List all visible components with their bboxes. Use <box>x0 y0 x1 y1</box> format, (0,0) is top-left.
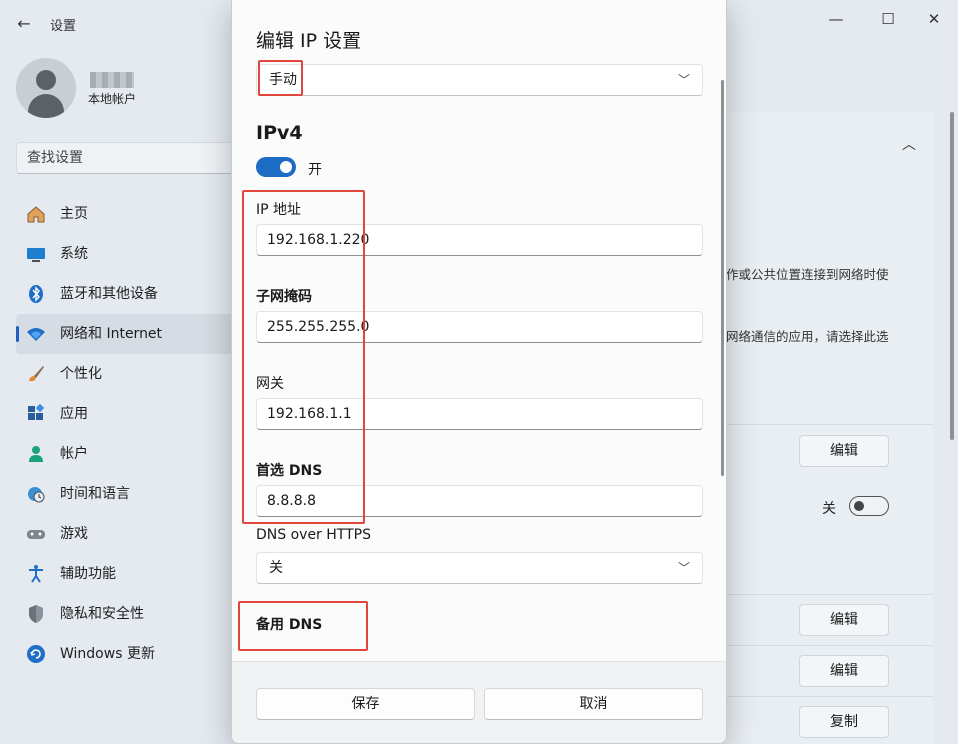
edit-button[interactable]: 编辑 <box>799 435 889 467</box>
window-title: 设置 <box>50 19 77 34</box>
person-icon <box>29 446 43 462</box>
network-settings-card <box>726 112 933 744</box>
avatar-head-shape <box>36 70 56 90</box>
sidebar-item-network[interactable]: 网络和 Internet <box>16 314 234 354</box>
divider <box>726 424 933 425</box>
accessibility-icon <box>29 565 43 583</box>
sidebar-item-windows-update[interactable]: Windows 更新 <box>16 634 234 674</box>
toggle-state-label: 关 <box>822 501 836 517</box>
minimize-button[interactable]: — <box>816 4 856 34</box>
sidebar-item-label: 主页 <box>60 206 88 222</box>
sidebar-item-privacy[interactable]: 隐私和安全性 <box>16 594 234 634</box>
shield-icon <box>29 605 43 623</box>
sidebar-item-home[interactable]: 主页 <box>16 194 234 234</box>
page-scrollbar[interactable] <box>950 112 954 440</box>
cancel-button[interactable]: 取消 <box>484 688 703 720</box>
sidebar-item-time-language[interactable]: 时间和语言 <box>16 474 234 514</box>
sidebar-item-gaming[interactable]: 游戏 <box>16 514 234 554</box>
sidebar-item-apps[interactable]: 应用 <box>16 394 234 434</box>
chevron-up-icon[interactable]: ︿ <box>900 136 918 154</box>
annotation-box-mode <box>258 60 303 96</box>
ipv4-section-title: IPv4 <box>256 122 303 144</box>
metered-connection-toggle[interactable] <box>849 496 889 516</box>
annotation-box-alternate-dns <box>238 601 368 651</box>
ipv4-toggle[interactable] <box>256 157 296 177</box>
dns-over-https-dropdown[interactable]: 关 ﹀ <box>256 552 703 584</box>
edit-button-ip[interactable]: 编辑 <box>799 655 889 687</box>
chevron-down-icon: ﹀ <box>677 561 690 575</box>
sidebar-item-accessibility[interactable]: 辅助功能 <box>16 554 234 594</box>
dialog-footer: 保存 取消 <box>232 661 726 743</box>
ipv4-toggle-label: 开 <box>308 162 322 178</box>
dialog-title: 编辑 IP 设置 <box>256 30 362 52</box>
network-profile-description-2: 网络通信的应用，请选择此选 <box>726 329 889 344</box>
chevron-down-icon: ﹀ <box>677 73 690 87</box>
globe-clock-icon <box>28 487 45 503</box>
annotation-box-ip-fields <box>242 190 365 524</box>
sidebar-item-system[interactable]: 系统 <box>16 234 234 274</box>
brush-icon <box>29 366 44 382</box>
divider <box>726 696 933 697</box>
bluetooth-icon <box>29 285 43 303</box>
avatar[interactable] <box>16 58 76 118</box>
edit-button-dns[interactable]: 编辑 <box>799 604 889 636</box>
close-button[interactable]: ✕ <box>914 4 954 34</box>
dialog-scrollbar[interactable] <box>721 80 724 476</box>
sidebar-item-label: 游戏 <box>60 526 88 542</box>
divider <box>726 645 933 646</box>
dns-over-https-value: 关 <box>269 560 283 576</box>
sidebar-item-label: 个性化 <box>60 366 102 382</box>
sidebar-item-label: 时间和语言 <box>60 486 130 502</box>
sidebar-item-label: 隐私和安全性 <box>60 606 144 622</box>
copy-button[interactable]: 复制 <box>799 706 889 738</box>
search-input[interactable]: 查找设置 <box>16 142 234 174</box>
avatar-body-shape <box>28 94 64 118</box>
monitor-icon <box>27 248 45 262</box>
save-button[interactable]: 保存 <box>256 688 475 720</box>
network-profile-description-1: 作或公共位置连接到网络时使 <box>726 267 889 282</box>
apps-icon <box>28 404 45 420</box>
sidebar-item-label: 帐户 <box>60 446 88 462</box>
sidebar-item-label: 网络和 Internet <box>60 326 163 342</box>
sidebar-item-accounts[interactable]: 帐户 <box>16 434 234 474</box>
sidebar-item-label: 辅助功能 <box>60 566 116 582</box>
back-button[interactable]: ← <box>12 12 36 36</box>
sidebar-nav: 主页 系统 蓝牙和其他设备 网络和 Internet 个性化 应用 帐户 时间和… <box>16 194 234 674</box>
dns-over-https-label: DNS over HTTPS <box>256 527 371 543</box>
gamepad-icon <box>27 530 45 539</box>
sidebar-item-bluetooth[interactable]: 蓝牙和其他设备 <box>16 274 234 314</box>
update-icon <box>27 645 45 663</box>
redacted-username <box>90 72 134 88</box>
ip-mode-dropdown[interactable]: 手动 ﹀ <box>256 64 703 96</box>
sidebar-item-label: 蓝牙和其他设备 <box>60 286 158 302</box>
divider <box>726 594 933 595</box>
sidebar-item-personalization[interactable]: 个性化 <box>16 354 234 394</box>
maximize-button[interactable]: ☐ <box>868 4 908 34</box>
sidebar-item-label: 应用 <box>60 406 88 422</box>
sidebar-item-label: Windows 更新 <box>60 646 155 662</box>
wifi-icon <box>27 328 45 341</box>
account-type-label: 本地帐户 <box>88 92 137 106</box>
sidebar-item-label: 系统 <box>60 246 88 262</box>
home-icon <box>27 206 45 223</box>
